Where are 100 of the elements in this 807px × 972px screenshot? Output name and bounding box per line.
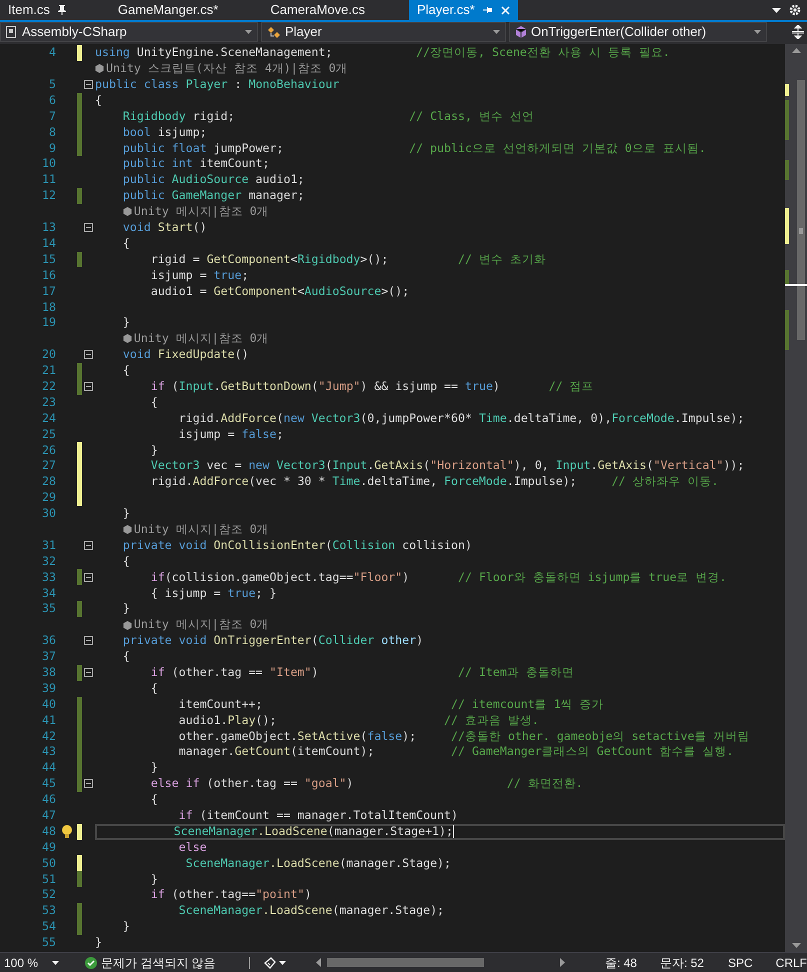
code-line: public GameManger manager;	[122, 188, 306, 204]
code-line: manager.GetCount(itemCount); // GameManger클래스의 GetCount 함수를 실행.	[178, 744, 735, 760]
line-number: 45	[41, 775, 56, 792]
line-number: 5	[48, 76, 56, 94]
vertical-scrollbar[interactable]	[785, 44, 807, 952]
line-number: 30	[41, 505, 56, 522]
close-icon[interactable]	[500, 6, 510, 14]
codelens-reference[interactable]: Unity 메시지|참조 0개	[122, 203, 269, 221]
code-line: }	[95, 934, 103, 951]
text-cursor	[453, 825, 454, 838]
code-line: rigid.AddForce(new Vector3(0,jumpPower*60* Time.deltaTime, 0),ForceMode.Impulse);	[178, 410, 746, 426]
line-number: 34	[41, 584, 56, 602]
codelens-reference[interactable]: Unity 메시지|참조 0개	[122, 520, 269, 538]
code-line: rigid.AddForce(vec * 30 * Time.deltaTime, ForceMode.Impulse); // 상하좌우 이동.	[150, 474, 720, 490]
code-line: else	[178, 840, 208, 856]
editor-tab[interactable]: Item.cs	[0, 0, 74, 20]
code-line: }	[150, 760, 159, 776]
split-icon[interactable]	[792, 25, 804, 39]
line-number: 43	[41, 743, 56, 760]
caret-icon[interactable]	[278, 960, 286, 964]
line-number: 13	[41, 219, 56, 236]
line-number: 23	[41, 394, 56, 411]
issues-indicator[interactable]: 문제가 검색되지 않음	[85, 953, 216, 972]
collapse-icon[interactable]	[84, 779, 93, 788]
line-number: 53	[41, 902, 56, 920]
line-number: 46	[41, 791, 56, 808]
line-number: 17	[41, 282, 56, 300]
code-line: {	[122, 554, 131, 570]
collapse-icon[interactable]	[84, 636, 93, 646]
navigation-dropdown[interactable]: Player	[261, 22, 506, 42]
navigation-dropdown[interactable]: Assembly-CSharp	[0, 22, 258, 42]
line-number: 47	[41, 807, 56, 824]
code-line: }	[122, 918, 131, 935]
code-line: public float jumpPower; // public으로 선언하게되면 기본값 0으로 표시됨.	[122, 140, 707, 156]
line-number: 4	[48, 44, 56, 62]
caret-icon[interactable]	[52, 960, 60, 964]
code-line: private void OnTriggerEnter(Collider other)	[122, 632, 424, 649]
settings-icon[interactable]	[789, 4, 801, 16]
cube-icon	[122, 525, 132, 534]
code-line: isjump = false;	[178, 426, 284, 442]
method-icon	[515, 26, 527, 38]
scroll-down-icon[interactable]	[792, 943, 800, 948]
line-number: 33	[41, 568, 56, 586]
collapse-icon[interactable]	[84, 80, 93, 90]
scroll-right-icon[interactable]	[560, 958, 565, 967]
lightbulb-icon[interactable]	[60, 825, 72, 838]
line-number: 44	[41, 759, 56, 776]
code-line: SceneManager.LoadScene(manager.Stage);	[178, 903, 446, 919]
collapse-icon[interactable]	[84, 350, 93, 360]
line-number: 36	[41, 632, 56, 650]
cube-icon	[122, 334, 132, 344]
line-number: 20	[41, 346, 56, 364]
line-number: 31	[41, 536, 56, 554]
codelens-reference[interactable]: Unity 메시지|참조 0개	[122, 616, 269, 634]
line-number: 40	[41, 696, 56, 713]
line-number: 22	[41, 378, 56, 395]
line-number: 29	[41, 489, 56, 506]
codelens-reference[interactable]: Unity 스크립트(자산 참조 4개)|참조 0개	[95, 60, 348, 78]
line-number: 38	[41, 664, 56, 681]
line-number: 37	[41, 648, 56, 666]
code-line: private void OnCollisionEnter(Collision collision)	[122, 538, 473, 554]
editor-tab[interactable]: Player.cs*	[408, 0, 518, 20]
line-number: 54	[41, 918, 56, 936]
code-line: public AudioSource audio1;	[122, 172, 306, 188]
collapse-icon[interactable]	[84, 668, 93, 678]
scroll-up-icon[interactable]	[792, 48, 800, 53]
line-number: 12	[41, 187, 56, 204]
line-number: 9	[48, 140, 56, 157]
line-number: 15	[41, 250, 56, 268]
editor-tab[interactable]: CameraMove.cs	[262, 0, 373, 20]
line-number: 48	[41, 822, 56, 840]
codelens-reference[interactable]: Unity 메시지|참조 0개	[122, 330, 269, 348]
indentation-indicator[interactable]: SPC	[728, 954, 753, 972]
dropdown-icon[interactable]	[772, 8, 781, 12]
code-line: public class Player : MonoBehaviour	[95, 76, 340, 93]
code-line: Vector3 vec = new Vector3(Input.GetAxis("Horizontal"), 0, Input.GetAxis("Vertical"));	[150, 458, 746, 474]
line-number: 50	[41, 854, 56, 872]
scroll-left-icon[interactable]	[316, 958, 321, 967]
editor-tab[interactable]: GameManger.cs*	[110, 0, 226, 20]
code-line: }	[122, 506, 131, 522]
code-line: {	[150, 394, 159, 410]
line-number: 35	[41, 600, 56, 618]
line-indicator[interactable]: 줄: 48	[604, 954, 637, 972]
code-line: {	[122, 648, 131, 665]
column-indicator[interactable]: 문자: 52	[660, 954, 704, 972]
line-number: 7	[48, 108, 56, 125]
collapse-icon[interactable]	[84, 541, 93, 550]
line-ending-indicator[interactable]: CRLF	[776, 954, 807, 972]
line-number: 19	[41, 314, 56, 332]
line-number: 24	[41, 410, 56, 427]
pin-icon[interactable]	[58, 5, 66, 15]
collapse-icon[interactable]	[84, 572, 93, 582]
code-line: isjump = true;	[150, 267, 250, 284]
collapse-icon[interactable]	[84, 382, 93, 392]
code-line: rigid = GetComponent<Rigidbody>(); // 변수 초기화	[150, 252, 547, 268]
code-line: if (Input.GetButtonDown("Jump") && isjump == true) // 점프	[150, 378, 595, 395]
zoom-dropdown[interactable]: 100 %	[0, 953, 66, 972]
collapse-icon[interactable]	[84, 223, 93, 232]
class-icon	[267, 26, 281, 38]
navigation-dropdown[interactable]: OnTriggerEnter(Collider other)	[509, 22, 767, 42]
